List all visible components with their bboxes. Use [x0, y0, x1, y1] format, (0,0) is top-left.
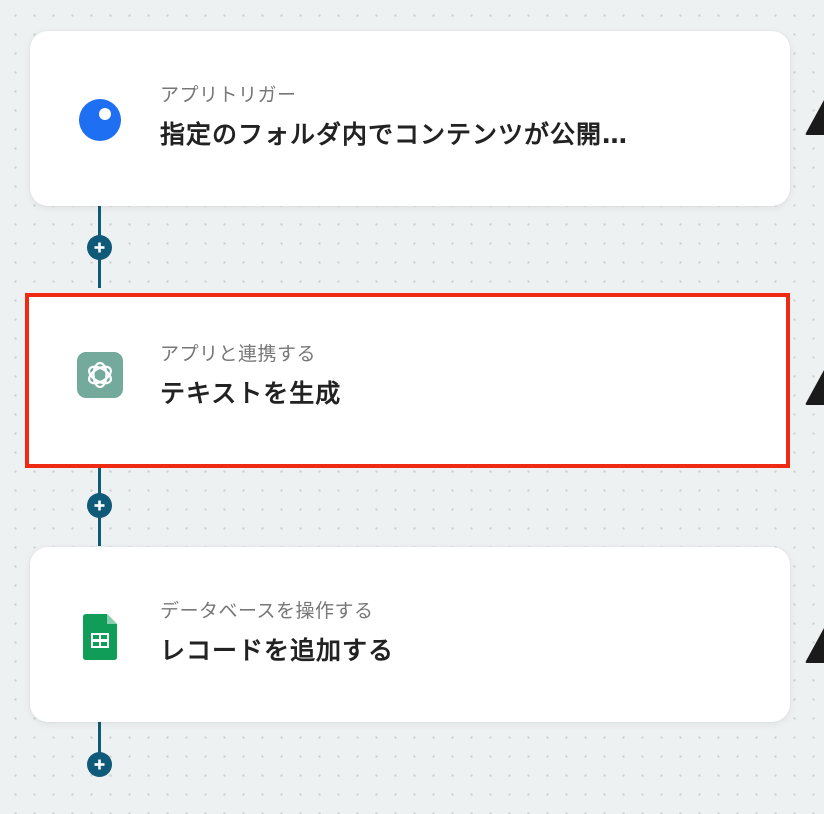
warning-icon: [804, 97, 824, 137]
plus-icon: [94, 500, 105, 511]
google-sheets-icon: [76, 613, 124, 661]
step-title: 指定のフォルダ内でコンテンツが公開…: [160, 120, 629, 149]
plus-icon: [94, 242, 105, 253]
chatgpt-icon: [76, 351, 124, 399]
warning-icon: [804, 367, 824, 407]
flow-step-card-database[interactable]: データベースを操作する レコードを追加する: [30, 547, 790, 722]
step-type-label: アプリトリガー: [160, 84, 297, 106]
step-type-label: アプリと連携する: [160, 343, 317, 365]
add-step-button[interactable]: [87, 493, 112, 518]
warning-icon: [804, 625, 824, 665]
plus-icon: [94, 759, 105, 770]
blue-dot-app-icon: [76, 96, 124, 144]
flow-step-card-ai[interactable]: アプリと連携する テキストを生成: [25, 293, 790, 468]
add-step-button[interactable]: [87, 752, 112, 777]
flow-step-card-trigger[interactable]: アプリトリガー 指定のフォルダ内でコンテンツが公開…: [30, 31, 790, 206]
add-step-button[interactable]: [87, 235, 112, 260]
step-type-label: データベースを操作する: [160, 600, 374, 622]
step-title: レコードを追加する: [160, 636, 395, 665]
step-title: テキストを生成: [160, 379, 342, 408]
